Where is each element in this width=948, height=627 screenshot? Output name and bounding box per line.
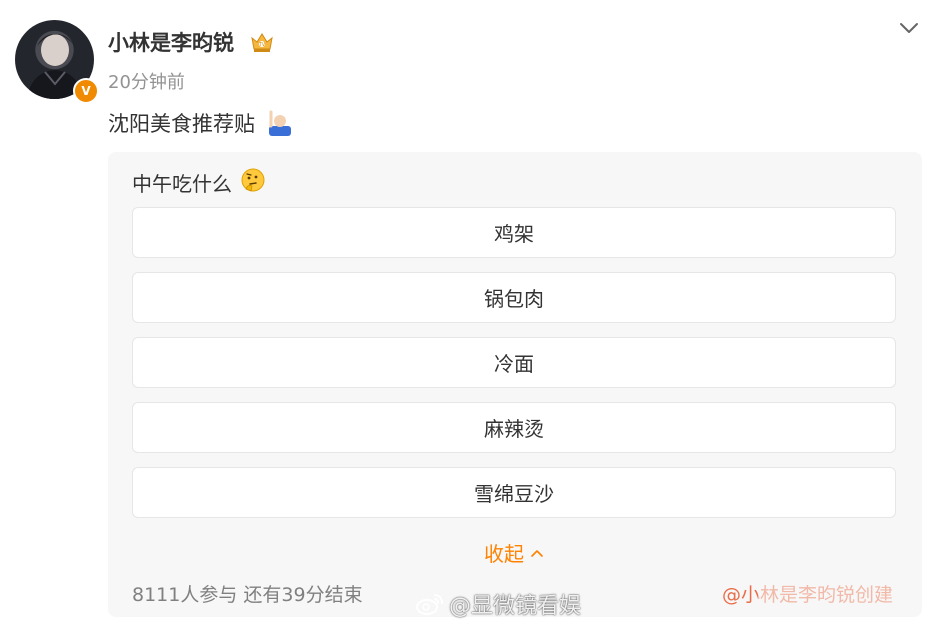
collapse-button[interactable]: 收起 — [484, 538, 544, 567]
poll-option[interactable]: 冷面 — [132, 337, 896, 388]
verified-badge: V — [73, 78, 99, 104]
weibo-logo-icon — [416, 594, 443, 615]
poll-option[interactable]: 雪绵豆沙 — [132, 467, 896, 518]
svg-text:TV: TV — [258, 42, 266, 48]
thinking-face-emoji-icon — [240, 167, 266, 193]
post-timestamp: 20分钟前 — [108, 72, 185, 93]
username[interactable]: 小林是李昀锐 — [108, 27, 234, 57]
avatar[interactable]: V — [15, 20, 99, 104]
poll-option[interactable]: 麻辣烫 — [132, 402, 896, 453]
poll-stats: 8111人参与 还有39分结束 — [132, 584, 363, 606]
chevron-down-icon[interactable] — [896, 16, 922, 40]
post-text: 沈阳美食推荐贴 — [108, 112, 255, 136]
poll-card: 中午吃什么 鸡架 锅包肉 冷面 麻辣烫 雪绵豆沙 收起 8111人参与 还有39… — [108, 152, 922, 617]
poll-option[interactable]: 锅包肉 — [132, 272, 896, 323]
watermark: @显微镜看娱 — [415, 588, 581, 620]
poll-question: 中午吃什么 — [132, 172, 232, 196]
poll-source-link[interactable]: @小林是李昀锐创建 — [722, 580, 893, 607]
crown-badge-icon[interactable]: TV — [249, 29, 275, 55]
collapse-label: 收起 — [484, 542, 524, 566]
poll-option[interactable]: 鸡架 — [132, 207, 896, 258]
raising-hand-emoji-icon — [266, 109, 294, 137]
watermark-text: @显微镜看娱 — [449, 594, 582, 619]
chevron-up-icon — [531, 549, 543, 557]
